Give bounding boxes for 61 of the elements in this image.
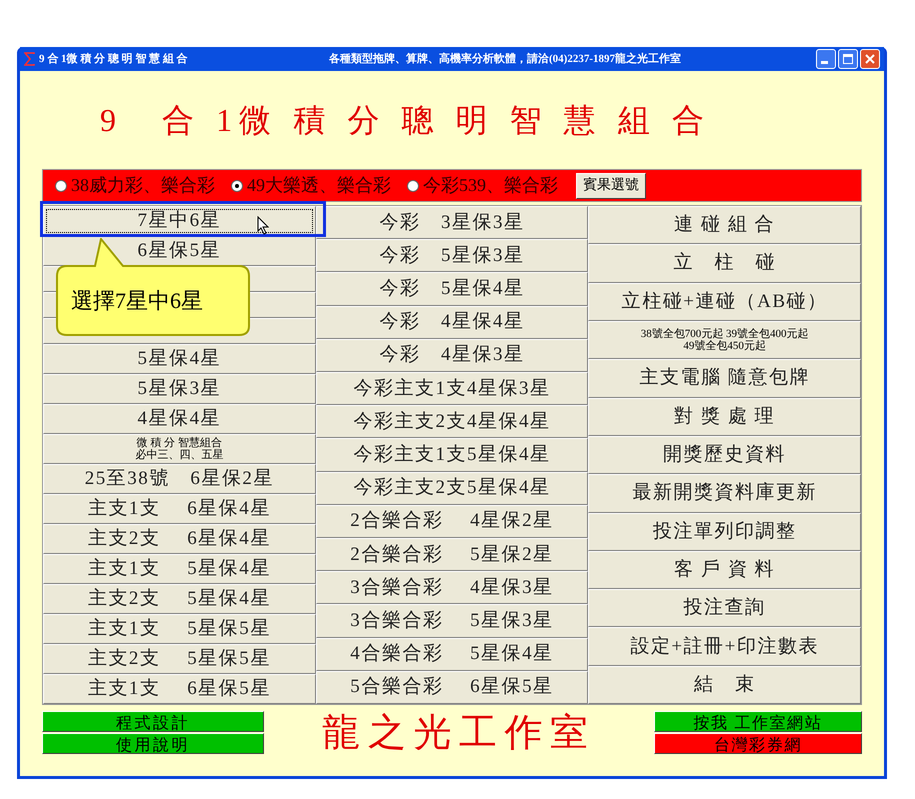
- menu-button[interactable]: 今彩 4星保4星: [316, 306, 588, 339]
- menu-button[interactable]: 今彩 4星保3星: [316, 338, 588, 372]
- footer-button[interactable]: 按我 工作室網站: [654, 711, 862, 732]
- bingo-button[interactable]: 賓果選號: [576, 172, 646, 198]
- footer-button[interactable]: 台灣彩券網: [654, 733, 862, 754]
- lottery-radio[interactable]: 38威力彩、樂合彩: [55, 172, 215, 199]
- menu-button[interactable]: 最新開獎資料庫更新: [588, 474, 861, 512]
- menu-button[interactable]: 立柱碰+連碰（AB碰）: [588, 282, 861, 321]
- menu-button[interactable]: 連 碰 組 合: [588, 206, 861, 244]
- menu-button[interactable]: 7星中6星: [43, 206, 316, 236]
- menu-button[interactable]: 25至38號 6星保2星: [43, 464, 316, 494]
- minimize-button[interactable]: [816, 49, 836, 69]
- menu-button[interactable]: 投注單列印調整: [588, 512, 861, 551]
- menu-button[interactable]: 3合樂合彩 5星保3星: [316, 604, 588, 638]
- menu-button[interactable]: 5星保3星: [43, 374, 316, 404]
- menu-button[interactable]: 5星保4星: [43, 344, 316, 374]
- menu-button[interactable]: 6星保5星: [43, 236, 316, 266]
- menu-button[interactable]: 立 柱 碰: [588, 244, 861, 283]
- menu-button[interactable]: 主支2支 5星保5星: [43, 644, 316, 674]
- menu-button[interactable]: 對 獎 處 理: [588, 398, 861, 436]
- footer-button[interactable]: 使用說明: [42, 733, 264, 754]
- menu-button[interactable]: 38號全包700元起 39號全包400元起 49號全包450元起: [588, 320, 861, 360]
- menu-button[interactable]: 今彩主支1支4星保3星: [316, 372, 588, 406]
- close-icon: [865, 54, 875, 64]
- menu-button[interactable]: 主支1支 5星保5星: [43, 614, 316, 644]
- menu-button[interactable]: 今彩 3星保3星: [316, 206, 588, 240]
- window-subtitle: 各種類型拖牌、算牌、高機率分析軟體，請洽(04)2237-1897龍之光工作室: [329, 52, 682, 67]
- menu-button[interactable]: 今彩 5星保4星: [316, 272, 588, 306]
- callout-text: 選擇7星中6星: [71, 288, 203, 314]
- sigma-icon: [24, 52, 35, 66]
- menu-button[interactable]: 開獎歷史資料: [588, 436, 861, 474]
- menu-button[interactable]: 主支2支 5星保4星: [43, 584, 316, 614]
- close-button[interactable]: [860, 49, 880, 69]
- menu-button[interactable]: 今彩 5星保3星: [316, 239, 588, 272]
- menu-button[interactable]: 主支1支 6星保5星: [43, 674, 316, 704]
- cursor-icon: [257, 216, 269, 235]
- window-title: 9 合 1微 積 分 聰 明 智 慧 組 合: [39, 52, 188, 67]
- menu-button[interactable]: 主支2支 6星保4星: [43, 524, 316, 554]
- lottery-radio[interactable]: 49大樂透、樂合彩: [231, 172, 391, 199]
- menu-button[interactable]: 主支1支 6星保4星: [43, 494, 316, 524]
- menu-button[interactable]: 客 戶 資 料: [588, 550, 861, 590]
- menu-button[interactable]: 設定+註冊+印注數表: [588, 627, 861, 666]
- menu-button[interactable]: 微 積 分 智慧組合 必中三、四、五星: [43, 434, 316, 464]
- menu-button[interactable]: 4星保4星: [43, 404, 316, 434]
- menu-button[interactable]: 4合樂合彩 5星保4星: [316, 638, 588, 671]
- studio-name: 龍之光工作室: [321, 711, 597, 755]
- menu-button[interactable]: 今彩主支2支5星保4星: [316, 472, 588, 505]
- menu-button[interactable]: 今彩主支2支4星保4星: [316, 405, 588, 438]
- main-heading: 9 合 1微 積 分 聰 明 智 慧 組 合: [100, 101, 711, 140]
- menu-button[interactable]: 2合樂合彩 4星保2星: [316, 504, 588, 538]
- menu-button[interactable]: 3合樂合彩 4星保3星: [316, 571, 588, 604]
- menu-button[interactable]: 今彩主支1支5星保4星: [316, 438, 588, 472]
- menu-button[interactable]: 結 束: [588, 666, 861, 704]
- menu-button[interactable]: 5合樂合彩 6星保5星: [316, 670, 588, 704]
- maximize-button[interactable]: [838, 49, 858, 69]
- footer-button[interactable]: 程式設計: [42, 711, 264, 732]
- menu-button[interactable]: 主支電腦 隨意包牌: [588, 359, 861, 398]
- menu-button[interactable]: 2合樂合彩 5星保2星: [316, 538, 588, 572]
- lottery-radio[interactable]: 今彩539、樂合彩: [407, 172, 558, 199]
- menu-button[interactable]: 投注查詢: [588, 589, 861, 628]
- menu-button[interactable]: 主支1支 5星保4星: [43, 554, 316, 584]
